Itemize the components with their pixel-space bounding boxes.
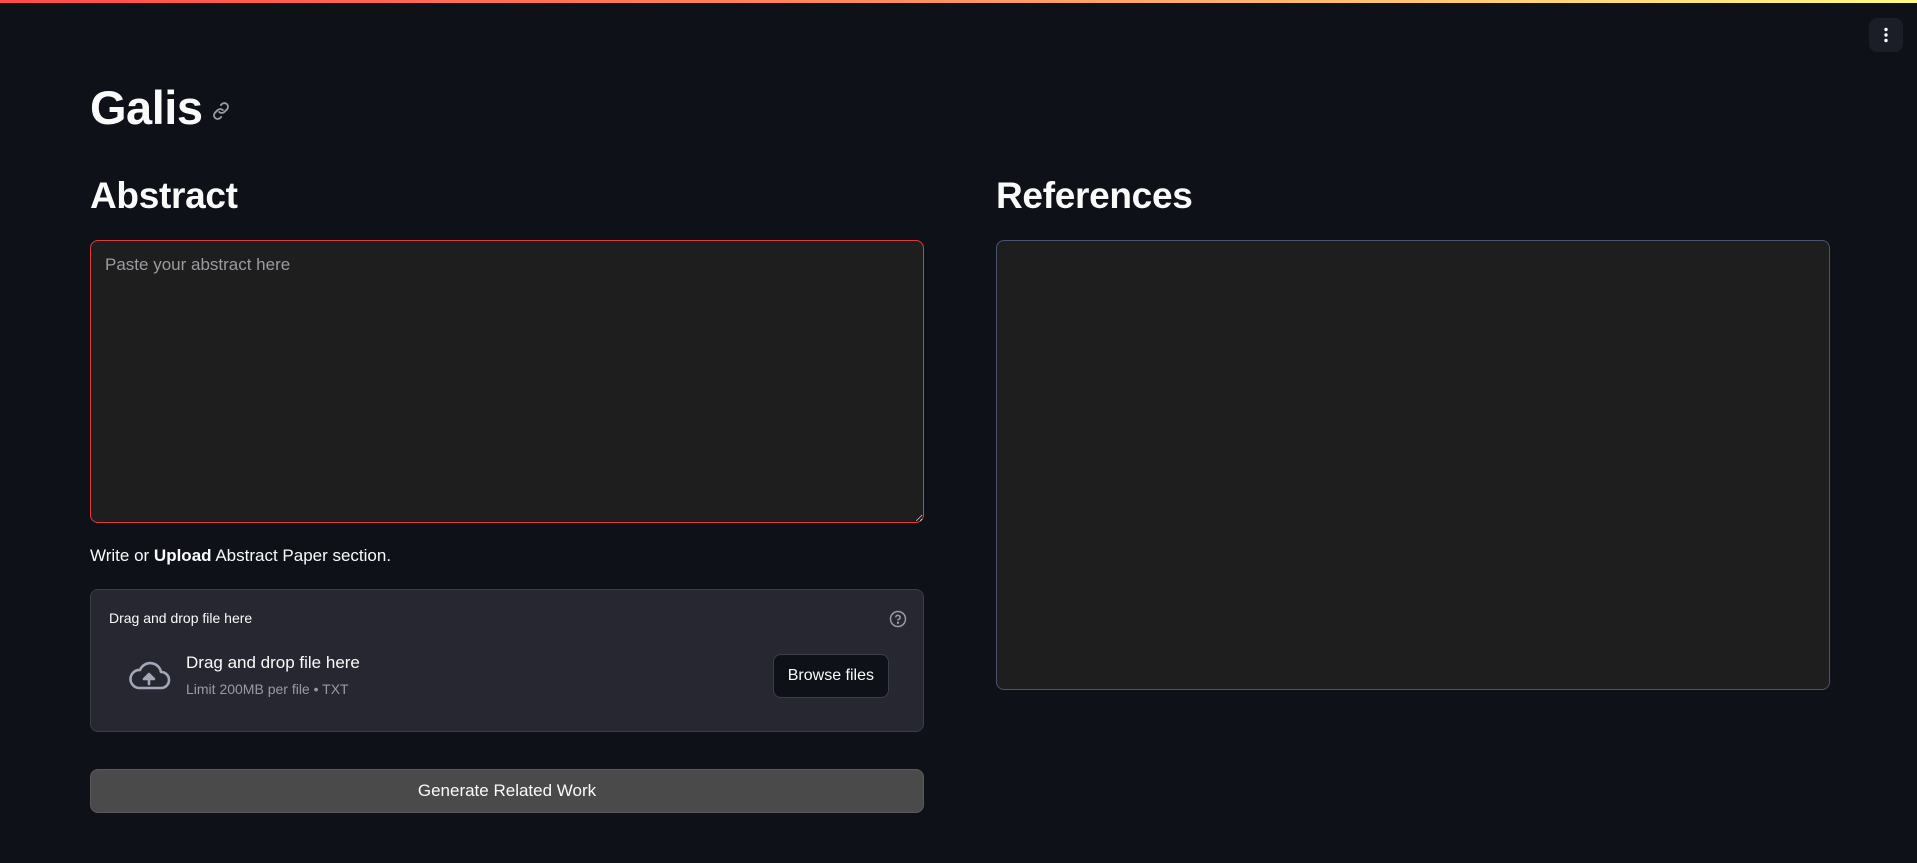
help-circle-icon[interactable] <box>889 610 907 628</box>
top-decoration-stripe <box>0 0 1917 3</box>
drop-zone-limit: Limit 200MB per file • TXT <box>186 681 349 697</box>
app-page: Galis Abstract Write or Upload Abstract … <box>0 0 1917 863</box>
browse-files-button[interactable]: Browse files <box>772 654 889 698</box>
file-uploader[interactable]: Drag and drop file here Drag and drop fi… <box>90 589 924 732</box>
caption-bold: Upload <box>153 546 212 565</box>
caption-suffix: Abstract Paper section. <box>211 546 392 565</box>
main-menu-button[interactable] <box>1869 18 1903 52</box>
references-heading: References <box>996 175 1193 216</box>
app-title-row: Galis <box>90 78 232 138</box>
drop-zone-title: Drag and drop file here <box>186 653 360 672</box>
cloud-upload-icon <box>129 661 171 690</box>
link-icon[interactable] <box>210 100 232 122</box>
abstract-column: Abstract Write or Upload Abstract Paper … <box>90 170 924 813</box>
caption-prefix: Write or <box>90 546 154 565</box>
references-output-box[interactable] <box>996 240 1830 690</box>
abstract-caption: Write or Upload Abstract Paper section. <box>90 545 924 567</box>
page-title: Galis <box>90 81 203 134</box>
uploader-label: Drag and drop file here <box>109 610 253 626</box>
references-column: References <box>996 170 1830 690</box>
abstract-textarea[interactable] <box>90 240 924 523</box>
generate-related-work-button[interactable]: Generate Related Work <box>90 769 924 813</box>
abstract-heading: Abstract <box>90 175 238 216</box>
kebab-menu-icon <box>1884 27 1888 43</box>
